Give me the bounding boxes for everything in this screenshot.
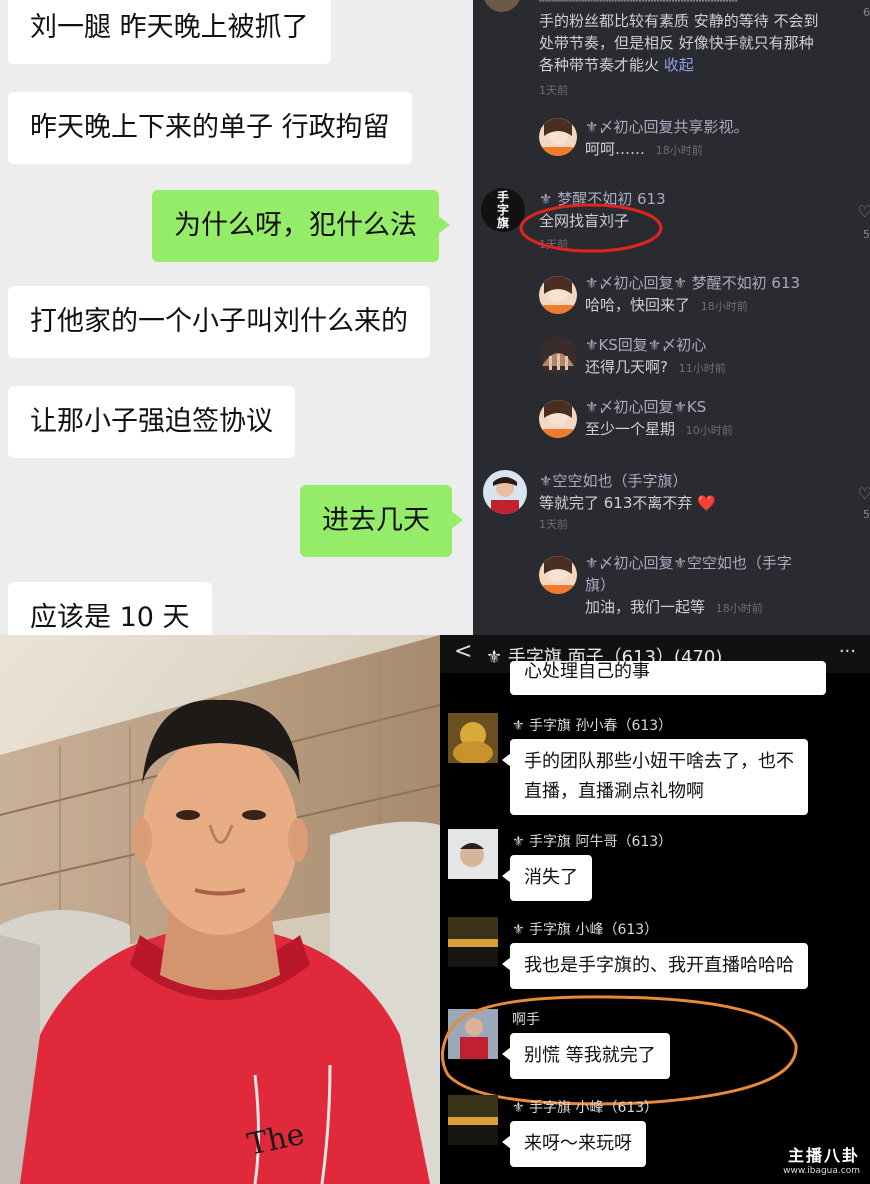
like-count: 5 [863, 508, 870, 521]
reply-author: ⚜〆初心回复共享影视。 [585, 118, 749, 136]
chat-bubble-incoming: 打他家的一个小子叫刘什么来的 [8, 286, 430, 358]
reply-author: ⚜〆初心回复⚜KS [585, 398, 707, 416]
comment-text: 哈哈，快回来了 18小时前 [585, 294, 748, 318]
comment-text-line: 还得几天啊? [585, 358, 668, 376]
chat-bubble-outgoing: 为什么呀，犯什么法 [152, 190, 450, 262]
avatar[interactable] [539, 276, 577, 314]
avatar[interactable] [483, 470, 527, 514]
comment-text: 还得几天啊? 11小时前 [585, 356, 726, 380]
comment-time: 1天前 [539, 84, 568, 97]
sender-name: ⚜ 手字旗 小峰（613） [512, 922, 659, 938]
comment-text: 处带节奏，但是相反 好像快手就只有那种 [539, 34, 814, 52]
reply-author: ⚜KS回复⚜〆初心 [585, 336, 707, 354]
back-icon[interactable]: < [454, 639, 472, 664]
like-icon[interactable]: ♡ [858, 202, 870, 221]
comment-text-line: 等就完了 613不离不弃 [539, 494, 693, 512]
message-text: 心处理自己的事 [524, 661, 650, 682]
sender-name: ⚜ 手字旗 孙小春（613） [512, 718, 673, 734]
comment-text: 加油，我们一起等 18小时前 [585, 596, 763, 620]
wechat-chat-panel: 刘一腿 昨天晚上被抓了 昨天晚上下来的单子 行政拘留 为什么呀，犯什么法 打他家… [0, 0, 473, 635]
message-bubble-partial: 心处理自己的事 [510, 661, 826, 695]
message-bubble: 来呀～来玩呀 [502, 1121, 646, 1167]
group-chat-panel: < ⚜ 手字旗 面子（613）(470) ··· 心处理自己的事 ⚜ 手字旗 孙… [440, 635, 870, 1184]
collapse-link[interactable]: 收起 [664, 56, 694, 74]
avatar[interactable] [448, 917, 498, 967]
comment-text: 手的粉丝都比较有素质 安静的等待 不会到 [539, 12, 819, 30]
message-text: 直播，直播涮点礼物啊 [524, 781, 704, 802]
comment-time: 18小时前 [700, 300, 748, 313]
reply-author: ⚜〆初心回复⚜ 梦醒不如初 613 [585, 274, 801, 292]
comment-text: 至少一个星期 10小时前 [585, 418, 733, 442]
comment-time: 11小时前 [678, 362, 726, 375]
comment-text-line: 哈哈，快回来了 [585, 296, 691, 314]
message-text: 来呀～来玩呀 [524, 1133, 632, 1154]
comment-time: 1天前 [539, 518, 568, 531]
avatar[interactable] [539, 118, 577, 156]
chat-bubble-outgoing: 进去几天 [300, 485, 463, 557]
comment-text: 等就完了 613不离不弃 ❤️ [539, 492, 716, 514]
like-count: 5 [863, 228, 870, 241]
comment-time: 18小时前 [655, 144, 703, 157]
avatar[interactable] [448, 713, 498, 763]
watermark-url: www.ibagua.com [783, 1166, 860, 1176]
like-count: 6 [863, 6, 870, 19]
message-text: 消失了 [524, 867, 578, 888]
comment-author: ⚜空空如也（手字旗） [539, 472, 688, 490]
red-annotation-circle [519, 203, 663, 253]
more-icon[interactable]: ··· [839, 641, 856, 662]
site-watermark: 主播八卦 www.ibagua.com [783, 1142, 860, 1176]
chat-bubble-incoming: 应该是 10 天 [8, 582, 212, 635]
reply-author: ⚜〆初心回复⚜空空如也（手字 [585, 554, 792, 572]
chat-bubble-incoming: 刘一腿 昨天晚上被抓了 [8, 0, 331, 64]
reply-author-cont: 旗） [585, 576, 616, 594]
heart-emoji: ❤️ [697, 494, 716, 512]
message-bubble: 我也是手字旗的、我开直播哈哈哈 [502, 943, 808, 989]
chat-bubble-incoming: 让那小子强迫签协议 [8, 386, 295, 458]
avatar[interactable] [539, 400, 577, 438]
comment-text-line: 各种带节奏才能火 [539, 56, 660, 74]
like-icon[interactable]: ♡ [858, 484, 870, 503]
avatar[interactable] [448, 1095, 498, 1145]
selfie-photo: The [0, 635, 440, 1184]
comment-time: 18小时前 [715, 602, 763, 615]
watermark-logo-text: 主播八卦 [787, 1146, 860, 1165]
comment-text: 各种带节奏才能火 收起 [539, 54, 694, 76]
message-bubble: 手的团队那些小妞干啥去了，也不 直播，直播涮点礼物啊 [502, 739, 808, 815]
comment-thread-panel: ┄┄┄┄┄┄┄┄┄┄┄┄┄┄┄┄┄┄┄┄┄┄ 手的粉丝都比较有素质 安静的等待 … [473, 0, 870, 635]
sender-name: ⚜ 手字旗 小峰（613） [512, 1100, 659, 1116]
comment-time: 10小时前 [685, 424, 733, 437]
avatar[interactable] [448, 829, 498, 879]
comment-text-line: 呵呵…… [585, 140, 646, 158]
avatar[interactable] [539, 556, 577, 594]
sender-name: ⚜ 手字旗 阿牛哥（613） [512, 834, 673, 850]
comment-text-line: 至少一个星期 [585, 420, 676, 438]
chat-bubble-incoming: 昨天晚上下来的单子 行政拘留 [8, 92, 412, 164]
comment-text: 呵呵…… 18小时前 [585, 138, 703, 162]
message-text: 我也是手字旗的、我开直播哈哈哈 [524, 955, 794, 976]
message-text: 手的团队那些小妞干啥去了，也不 [524, 751, 794, 772]
avatar[interactable] [539, 336, 577, 374]
comment-text-line: 加油，我们一起等 [585, 598, 706, 616]
message-bubble: 消失了 [502, 855, 592, 901]
avatar [483, 0, 521, 12]
